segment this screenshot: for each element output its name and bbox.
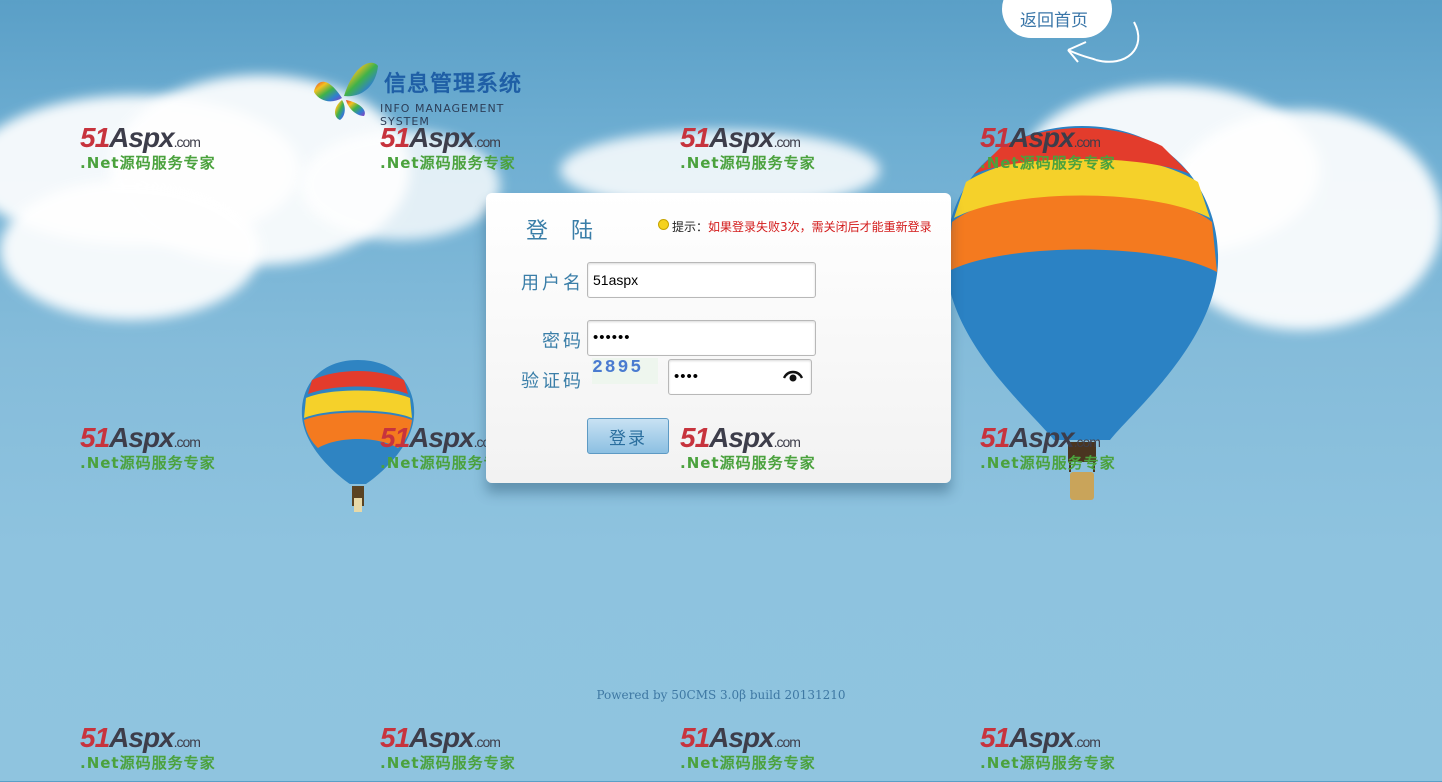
watermark-tagline: .Net源码服务专家 <box>980 154 1116 172</box>
password-input[interactable]: •••••• <box>587 320 816 356</box>
watermark-brand: Aspx <box>109 722 174 753</box>
watermark: 51Aspx.com .Net源码服务专家 <box>980 422 1130 482</box>
watermark-number: 51 <box>680 422 710 453</box>
watermark-tagline: .Net源码服务专家 <box>980 754 1116 772</box>
watermark: 51Aspx.com .Net源码服务专家 <box>680 422 830 482</box>
watermark-brand: Aspx <box>409 122 474 153</box>
lightbulb-icon <box>658 219 669 230</box>
watermark-domain: .com <box>773 734 801 750</box>
login-tip: 提示：如果登录失败3次，需关闭后才能重新登录 <box>658 218 932 235</box>
watermark-tagline: .Net源码服务专家 <box>680 454 816 472</box>
watermark-tagline: .Net源码服务专家 <box>380 154 516 172</box>
watermark-tagline: .Net源码服务专家 <box>680 754 816 772</box>
logo: 信息管理系统 INFO MANAGEMENT SYSTEM <box>312 58 552 128</box>
watermark-brand: Aspx <box>709 722 774 753</box>
curved-arrow-icon <box>1067 21 1140 63</box>
watermark-number: 51 <box>80 722 110 753</box>
watermark: 51Aspx.com .Net源码服务专家 <box>980 122 1130 182</box>
cloud <box>0 180 260 320</box>
watermark-tagline: .Net源码服务专家 <box>80 454 216 472</box>
show-password-eye-icon[interactable] <box>783 369 803 383</box>
watermark-tagline: .Net源码服务专家 <box>380 754 516 772</box>
watermark-domain: .com <box>1073 434 1101 450</box>
captcha-text: 2895 <box>592 358 644 378</box>
watermark-domain: .com <box>173 134 201 150</box>
watermark-domain: .com <box>173 434 201 450</box>
butterfly-logo-icon <box>314 62 378 120</box>
watermark: 51Aspx.com .Net源码服务专家 <box>80 722 230 782</box>
login-button[interactable]: 登录 <box>587 418 669 454</box>
watermark-number: 51 <box>80 422 110 453</box>
watermark-tagline: .Net源码服务专家 <box>80 154 216 172</box>
watermark-number: 51 <box>380 722 410 753</box>
watermark-brand: Aspx <box>109 122 174 153</box>
watermark-domain: .com <box>473 134 501 150</box>
watermark: 51Aspx.com .Net源码服务专家 <box>680 722 830 782</box>
captcha-input-value: •••• <box>674 368 700 385</box>
captcha-label: 验证码 <box>521 371 584 392</box>
captcha-image[interactable]: 2895 <box>592 358 658 384</box>
watermark-domain: .com <box>473 734 501 750</box>
watermark: 51Aspx.com .Net源码服务专家 <box>380 122 530 182</box>
watermark-brand: Aspx <box>1009 422 1074 453</box>
watermark-domain: .com <box>1073 134 1101 150</box>
captcha-input[interactable]: •••• <box>668 359 812 395</box>
watermark: 51Aspx.com .Net源码服务专家 <box>80 422 230 482</box>
watermark-number: 51 <box>980 722 1010 753</box>
watermark-brand: Aspx <box>409 422 474 453</box>
watermark-tagline: .Net源码服务专家 <box>680 154 816 172</box>
tip-text: 如果登录失败3次，需关闭后才能重新登录 <box>708 220 932 234</box>
watermark-brand: Aspx <box>109 422 174 453</box>
watermark-number: 51 <box>80 122 110 153</box>
watermark-domain: .com <box>773 134 801 150</box>
watermark-domain: .com <box>773 434 801 450</box>
watermark-brand: Aspx <box>409 722 474 753</box>
watermark-brand: Aspx <box>1009 122 1074 153</box>
login-title: 登 陆 <box>526 219 601 244</box>
watermark: 51Aspx.com .Net源码服务专家 <box>80 122 230 182</box>
footer-powered-by: Powered by 50CMS 3.0β build 20131210 <box>596 688 846 702</box>
username-input[interactable] <box>587 262 816 298</box>
watermark: 51Aspx.com .Net源码服务专家 <box>980 722 1130 782</box>
watermark-brand: Aspx <box>709 422 774 453</box>
watermark-number: 51 <box>680 122 710 153</box>
watermark-tagline: .Net源码服务专家 <box>980 454 1116 472</box>
tip-label: 提示： <box>672 220 709 234</box>
watermark-domain: .com <box>1073 734 1101 750</box>
username-label: 用户名 <box>521 273 584 294</box>
watermark-domain: .com <box>173 734 201 750</box>
logo-title: 信息管理系统 <box>384 72 523 97</box>
watermark-tagline: .Net源码服务专家 <box>80 754 216 772</box>
watermark-number: 51 <box>380 422 410 453</box>
watermark-brand: Aspx <box>1009 722 1074 753</box>
watermark: 51Aspx.com .Net源码服务专家 <box>380 722 530 782</box>
watermark: 51Aspx.com .Net源码服务专家 <box>680 122 830 182</box>
watermark-number: 51 <box>980 422 1010 453</box>
watermark-brand: Aspx <box>709 122 774 153</box>
watermark-number: 51 <box>680 722 710 753</box>
password-label: 密码 <box>542 331 584 352</box>
watermark-number: 51 <box>380 122 410 153</box>
watermark-number: 51 <box>980 122 1010 153</box>
